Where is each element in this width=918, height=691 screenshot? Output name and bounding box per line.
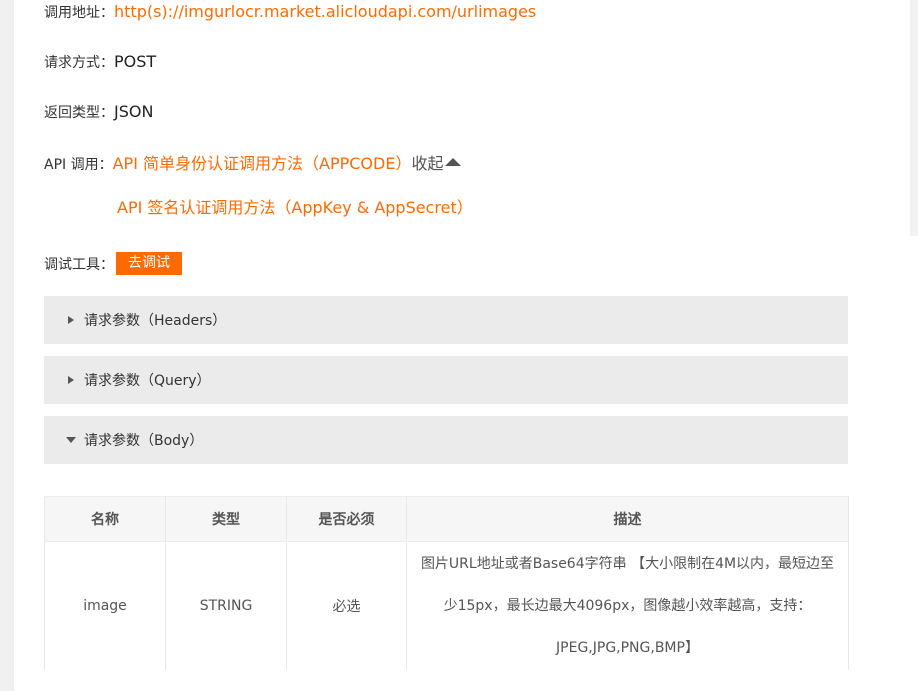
table-row: image STRING 必选 图片URL地址或者Base64字符串 【大小限制… bbox=[44, 541, 849, 670]
caret-right-icon bbox=[68, 376, 74, 384]
debug-button[interactable]: 去调试 bbox=[116, 252, 182, 275]
sign-auth-link[interactable]: API 签名认证调用方法（AppKey & AppSecret） bbox=[117, 194, 473, 218]
param-type-cell: STRING bbox=[165, 541, 287, 670]
column-header-description: 描述 bbox=[406, 496, 849, 542]
collapse-toggle[interactable]: 收起 bbox=[411, 150, 462, 174]
body-params-table: 名称 类型 是否必须 描述 image STRING 必选 图片URL地址或者B… bbox=[44, 496, 849, 670]
request-method-value: POST bbox=[114, 52, 157, 71]
panel-query[interactable]: 请求参数（Query） bbox=[44, 356, 848, 404]
param-description-cell: 图片URL地址或者Base64字符串 【大小限制在4M以内，最短边至 少15px，… bbox=[406, 541, 849, 670]
api-call-label: API 调用： bbox=[44, 157, 113, 173]
param-required-cell: 必选 bbox=[286, 541, 407, 670]
column-header-type: 类型 bbox=[165, 496, 287, 542]
param-name-cell: image bbox=[44, 541, 166, 670]
panel-headers[interactable]: 请求参数（Headers） bbox=[44, 296, 848, 344]
endpoint-address-row: 调用地址： http(s)://imgurlocr.market.aliclou… bbox=[44, 2, 536, 22]
api-call-row: API 调用： API 简单身份认证调用方法（APPCODE） 收起 bbox=[44, 150, 462, 174]
endpoint-address-link[interactable]: http(s)://imgurlocr.market.alicloudapi.c… bbox=[114, 2, 536, 21]
collapse-label: 收起 bbox=[411, 154, 444, 173]
description-line: 少15px，最长边最大4096px，图像越小效率越高，支持： bbox=[443, 598, 812, 614]
caret-right-icon bbox=[68, 316, 74, 324]
description-line: JPEG,JPG,PNG,BMP】 bbox=[556, 640, 699, 656]
panel-body[interactable]: 请求参数（Body） bbox=[44, 416, 848, 464]
panel-headers-title: 请求参数（Headers） bbox=[84, 313, 227, 329]
caret-down-icon bbox=[66, 437, 76, 443]
simple-auth-link[interactable]: API 简单身份认证调用方法（APPCODE） bbox=[113, 150, 412, 174]
column-header-name: 名称 bbox=[44, 496, 166, 542]
return-type-row: 返回类型： JSON bbox=[44, 102, 153, 122]
request-method-row: 请求方式： POST bbox=[44, 52, 156, 72]
debug-tool-row: 调试工具： 去调试 bbox=[44, 252, 182, 275]
description-line: 图片URL地址或者Base64字符串 【大小限制在4M以内，最短边至 bbox=[420, 556, 835, 572]
debug-tool-label: 调试工具： bbox=[44, 256, 114, 273]
request-method-label: 请求方式： bbox=[44, 55, 114, 71]
return-type-value: JSON bbox=[114, 102, 154, 121]
return-type-label: 返回类型： bbox=[44, 105, 114, 121]
endpoint-address-label: 调用地址： bbox=[44, 5, 114, 21]
caret-up-icon bbox=[445, 158, 462, 166]
table-header-row: 名称 类型 是否必须 描述 bbox=[44, 496, 849, 542]
panel-body-title: 请求参数（Body） bbox=[84, 433, 204, 449]
panel-query-title: 请求参数（Query） bbox=[84, 373, 211, 389]
scrollbar-track[interactable] bbox=[898, 0, 918, 691]
column-header-required: 是否必须 bbox=[286, 496, 407, 542]
scrollbar-thumb[interactable] bbox=[910, 0, 918, 236]
sign-auth-row: API 签名认证调用方法（AppKey & AppSecret） bbox=[117, 194, 473, 218]
